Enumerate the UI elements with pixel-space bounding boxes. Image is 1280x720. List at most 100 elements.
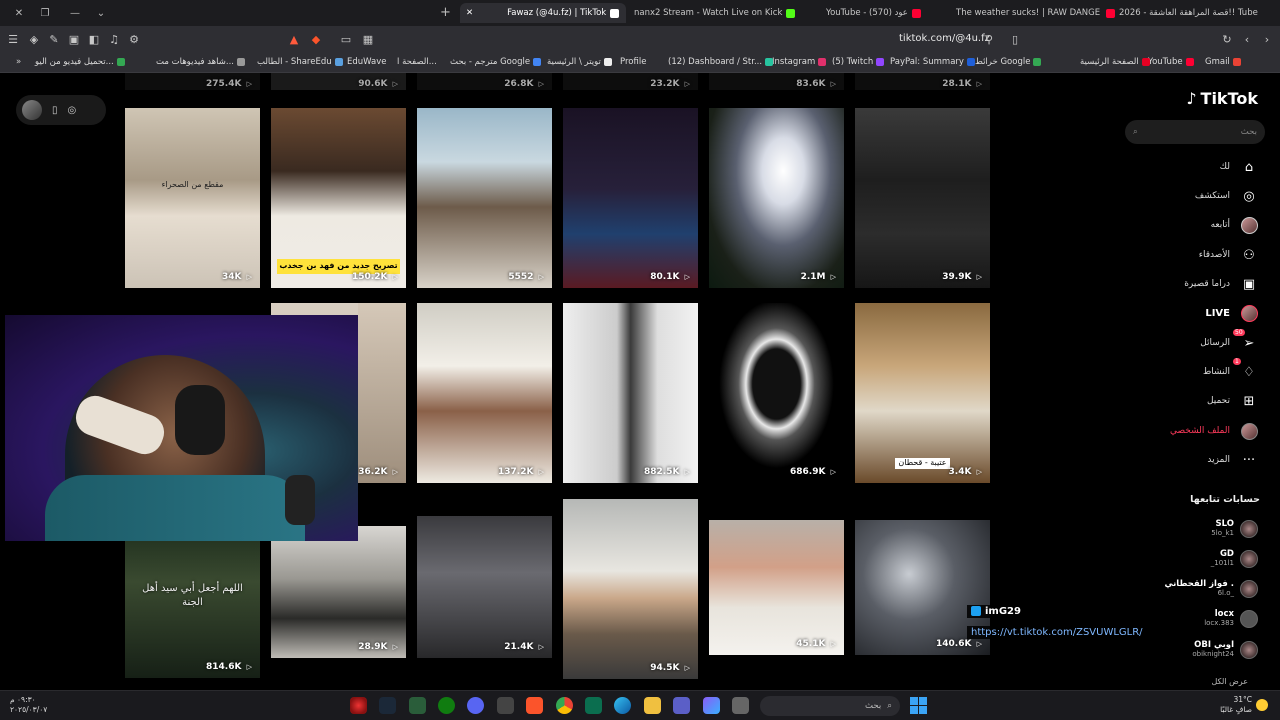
- video-tile[interactable]: 28.1K ▷: [855, 73, 990, 90]
- nav-following[interactable]: أتابعه: [1211, 216, 1258, 234]
- nav-explore[interactable]: ◎ استكشف: [1195, 187, 1258, 205]
- puzzle-icon[interactable]: ⚙: [127, 32, 141, 46]
- nav-activity[interactable]: ♢ 1 النشاط: [1203, 358, 1258, 381]
- tab-list-button[interactable]: ⌄: [88, 0, 114, 26]
- video-tile[interactable]: 2.1M ▷: [709, 108, 844, 288]
- video-tile[interactable]: 882.5K ▷: [563, 303, 698, 483]
- phone-icon[interactable]: ▯: [52, 105, 58, 116]
- nav-messages[interactable]: ➢ 50 الرسائل: [1200, 329, 1258, 352]
- tab-4[interactable]: nanx2 Stream - Watch Live on Kick: [628, 3, 818, 23]
- xbox-icon[interactable]: [438, 697, 455, 714]
- bookmark-icon[interactable]: ▯: [1008, 32, 1022, 46]
- maximize-window-button[interactable]: ❐: [32, 0, 58, 26]
- video-tile[interactable]: 36.2K ▷: [358, 303, 406, 483]
- video-tile[interactable]: 80.1K ▷: [563, 108, 698, 288]
- video-tile[interactable]: مقطع من الصحراء 34K ▷: [125, 108, 260, 288]
- bookmark-instagram[interactable]: Instagram: [772, 57, 827, 67]
- video-tile[interactable]: 23.2K ▷: [563, 73, 698, 90]
- reload-icon[interactable]: ↻: [1220, 32, 1234, 46]
- excel-icon[interactable]: [409, 697, 426, 714]
- tab-1[interactable]: 2026 - قصة المراهقة العاشقة!! Tube: [1100, 3, 1275, 23]
- forward-icon[interactable]: ›: [1260, 32, 1274, 46]
- brave-icon[interactable]: [526, 697, 543, 714]
- video-tile[interactable]: 26.8K ▷: [417, 73, 552, 90]
- video-tile[interactable]: 28.9K ▷: [271, 526, 406, 658]
- video-tile[interactable]: 94.5K ▷: [563, 499, 698, 679]
- epic-games-icon[interactable]: [497, 697, 514, 714]
- video-tile[interactable]: تصريح جديد من فهد بن جخدب 150.2K ▷: [271, 108, 406, 288]
- nav-more[interactable]: ··· المزيد: [1207, 451, 1258, 469]
- new-tab-icon[interactable]: +: [440, 5, 451, 20]
- close-window-button[interactable]: ✕: [6, 0, 32, 26]
- avatar[interactable]: [22, 100, 42, 120]
- minimize-window-button[interactable]: —: [62, 0, 88, 26]
- obs-icon[interactable]: [350, 697, 367, 714]
- tab-2[interactable]: The weather sucks! | RAW DANGER (: [950, 3, 1100, 23]
- edge-icon[interactable]: [614, 697, 631, 714]
- clock[interactable]: ٠٩:٣٠ م ٢٠٢٥/٠٣/٠٧: [10, 695, 47, 715]
- show-all-link[interactable]: عرض الكل: [1211, 677, 1248, 686]
- site-settings-icon[interactable]: ⚲: [982, 32, 996, 46]
- following-account[interactable]: locx locx.383: [1204, 610, 1258, 628]
- menu-icon[interactable]: ☰: [6, 32, 20, 46]
- video-tile[interactable]: 90.6K ▷: [271, 73, 406, 90]
- store-icon[interactable]: [585, 697, 602, 714]
- bookmark-translate[interactable]: مترجم - بحث Google: [450, 57, 542, 67]
- video-tile[interactable]: عتيبة - قحطان 3.4K ▷: [855, 303, 990, 483]
- video-tile[interactable]: 83.6K ▷: [709, 73, 844, 90]
- discord-icon[interactable]: [467, 697, 484, 714]
- search-input[interactable]: بحث ⌕: [1125, 120, 1265, 144]
- windows-start-icon[interactable]: [910, 697, 927, 714]
- following-account[interactable]: GD _101l1: [1211, 550, 1258, 568]
- bookmark-paypal[interactable]: PayPal: Summary: [890, 57, 975, 67]
- nav-upload[interactable]: ⊞ تحميل: [1207, 392, 1258, 410]
- steam-icon[interactable]: [379, 697, 396, 714]
- compass-icon[interactable]: ◎: [68, 105, 77, 116]
- tab-3[interactable]: YouTube - عود (570): [820, 3, 950, 23]
- tiktok-logo[interactable]: ♪ TikTok: [1186, 89, 1258, 108]
- bookmarks-overflow-icon[interactable]: »: [16, 57, 21, 67]
- following-account[interactable]: SLO 5lo_k1: [1211, 520, 1258, 538]
- bookmark-maps[interactable]: خرائط Google: [975, 57, 1042, 67]
- bookmark-eduwave[interactable]: EduWave: [347, 57, 386, 67]
- following-account[interactable]: فواز القحطاني . 6l.o_: [1165, 580, 1258, 598]
- extensions-icon[interactable]: ✎: [47, 32, 61, 46]
- weather-widget[interactable]: 31°C صافٍ غالبًا: [1220, 695, 1268, 715]
- chrome-icon[interactable]: [556, 697, 573, 714]
- music-icon[interactable]: ♫: [107, 32, 121, 46]
- copilot-icon[interactable]: [703, 697, 720, 714]
- nav-profile[interactable]: الملف الشخصي: [1170, 422, 1258, 440]
- bookmark-dashboard[interactable]: (12) Dashboard / Str...: [668, 57, 774, 67]
- bookmark-profile[interactable]: Profile: [620, 57, 646, 67]
- bookmark-shareedu[interactable]: الطالب - ShareEdu: [257, 57, 343, 67]
- video-tile[interactable]: 39.9K ▷: [855, 108, 990, 288]
- address-bar[interactable]: tiktok.com/@4u.fz: [899, 33, 990, 44]
- back-icon[interactable]: ‹: [1240, 32, 1254, 46]
- cast-icon[interactable]: ▭: [339, 32, 353, 46]
- bookmark-page[interactable]: الصفحة ا...: [397, 57, 437, 67]
- video-tile[interactable]: 275.4K ▷: [125, 73, 260, 90]
- video-tile[interactable]: 45.1K ▷: [709, 520, 844, 655]
- bookmark-watch[interactable]: شاهد فيديوهات مت...: [156, 57, 245, 67]
- close-tab-icon[interactable]: ✕: [466, 8, 473, 18]
- video-tile[interactable]: 5552 ▷: [417, 108, 552, 288]
- nav-short-drama[interactable]: ▣ دراما قصيرة: [1184, 275, 1258, 293]
- shield-icon[interactable]: ◈: [27, 32, 41, 46]
- bookmark-pinterest[interactable]: الصفحة الرئيسية: [1080, 57, 1150, 67]
- bookmark-twitter[interactable]: تويتر \ الرئيسية: [547, 57, 612, 67]
- nav-live[interactable]: LIVE: [1205, 304, 1258, 322]
- bookmark-youtube[interactable]: YouTube: [1148, 57, 1194, 67]
- task-view-icon[interactable]: [732, 697, 749, 714]
- nav-for-you[interactable]: ⌂ لك: [1220, 158, 1258, 176]
- bookmark-twitch[interactable]: (5) Twitch: [832, 57, 885, 67]
- nav-friends[interactable]: ⚇ الأصدقاء: [1199, 246, 1258, 264]
- video-tile[interactable]: اللهم أجعل أبي سيد أهل الجنة 814.6K ▷: [125, 518, 260, 678]
- screenshot-icon[interactable]: ▦: [361, 32, 375, 46]
- video-tile[interactable]: 686.9K ▷: [709, 303, 844, 483]
- teams-icon[interactable]: [673, 697, 690, 714]
- following-account[interactable]: OBI اوبي obiknight24: [1192, 641, 1258, 659]
- triangle-icon[interactable]: ▲: [287, 32, 301, 46]
- wallet-icon[interactable]: ▣: [67, 32, 81, 46]
- video-tile[interactable]: 21.4K ▷: [417, 516, 552, 658]
- video-tile[interactable]: 137.2K ▷: [417, 303, 552, 483]
